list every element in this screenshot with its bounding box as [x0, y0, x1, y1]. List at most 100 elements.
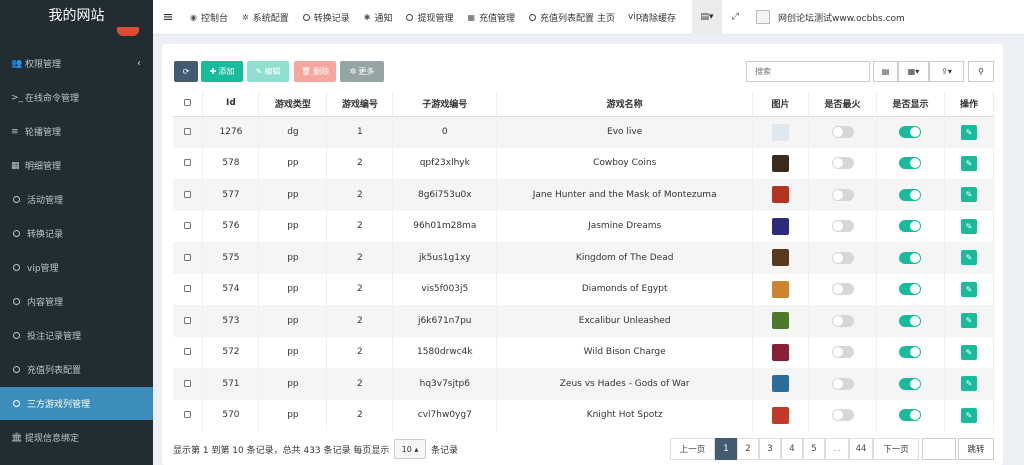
table-row[interactable]: 574 pp 2 vis5f003j5 Diamonds of Egypt ✎ [173, 273, 995, 305]
hot-toggle[interactable] [831, 377, 854, 390]
add-button[interactable]: ✚ 添加 [201, 61, 243, 82]
page-jump-button[interactable]: 跳转 [958, 438, 994, 460]
hot-toggle[interactable] [831, 314, 854, 327]
game-thumbnail[interactable] [772, 312, 790, 330]
tab-recharge[interactable]: ▦ 充值管理 [460, 0, 522, 35]
row-checkbox[interactable] [184, 159, 192, 167]
page-button[interactable]: 2 [737, 438, 759, 460]
hot-toggle[interactable] [831, 188, 854, 201]
column-header[interactable]: Id [202, 91, 260, 117]
table-row[interactable]: 577 pp 2 8g6i753u0x Jane Hunter and the Mask… [173, 179, 995, 211]
show-toggle[interactable] [899, 188, 922, 201]
columns-dropdown[interactable]: ▦▾ [898, 61, 929, 82]
sidebar-item[interactable]: ▦ 明细管理 [0, 149, 153, 182]
table-row[interactable]: 571 pp 2 hq3v7sjtp6 Zeus vs Hades - Gods of … [173, 368, 995, 400]
game-thumbnail[interactable] [772, 375, 790, 393]
hot-toggle[interactable] [831, 251, 854, 264]
show-toggle[interactable] [899, 409, 922, 422]
column-header[interactable]: 游戏名称 [496, 91, 754, 117]
sidebar-item[interactable]: 投注记录管理 [0, 319, 153, 352]
user-menu[interactable]: 网创论坛测试www.ocbbs.com [748, 0, 912, 35]
hot-toggle[interactable] [831, 220, 854, 233]
next-page-button[interactable]: 下一页 [873, 438, 919, 460]
sidebar-item[interactable]: ≡ 轮播管理 [0, 115, 153, 148]
game-thumbnail[interactable] [772, 343, 790, 361]
tab-dashboard[interactable]: ◉ 控制台 [183, 0, 235, 35]
sidebar-item[interactable]: >_ 在线命令管理 [0, 81, 153, 114]
sidebar-item[interactable]: 转换记录 [0, 217, 153, 250]
more-button[interactable]: ✲ 更多 [340, 61, 384, 82]
hot-toggle[interactable] [831, 157, 854, 170]
sidebar-item[interactable]: 👥 权限管理 ‹ [0, 47, 153, 80]
show-toggle[interactable] [899, 346, 922, 359]
delete-button[interactable]: 🗑 删除 [294, 61, 336, 82]
refresh-button[interactable]: ⟳ [174, 61, 198, 82]
show-toggle[interactable] [899, 314, 922, 327]
export-dropdown[interactable]: ⇪▾ [929, 61, 964, 82]
sidebar-item[interactable]: 活动管理 [0, 183, 153, 216]
edit-row-button[interactable]: ✎ [960, 187, 977, 203]
game-thumbnail[interactable] [772, 217, 790, 235]
sidebar-item[interactable]: 充值列表配置 [0, 353, 153, 386]
tab-convert-records[interactable]: 转换记录 [296, 0, 357, 35]
show-toggle[interactable] [899, 251, 922, 264]
tab-notify[interactable]: ✱ 通知 [357, 0, 400, 35]
sidebar-item[interactable]: 三方游戏列管理 [0, 387, 153, 420]
row-checkbox[interactable] [184, 411, 192, 419]
page-button[interactable]: 44 [849, 438, 873, 460]
row-checkbox[interactable] [184, 316, 192, 324]
sidebar-item[interactable]: 内容管理 [0, 285, 153, 318]
edit-row-button[interactable]: ✎ [960, 376, 977, 392]
hot-toggle[interactable] [831, 126, 854, 138]
game-thumbnail[interactable] [772, 249, 790, 267]
search-button[interactable]: ⚲ [968, 61, 994, 82]
storage-dropdown[interactable]: ▤▾ [692, 0, 723, 35]
column-header[interactable]: 是否显示 [876, 91, 945, 117]
row-checkbox[interactable] [184, 285, 192, 293]
select-all-checkbox[interactable] [184, 99, 192, 107]
column-header[interactable]: 游戏编号 [326, 91, 394, 117]
show-toggle[interactable] [899, 126, 922, 138]
tab-withdraw[interactable]: 提现管理 [399, 0, 460, 35]
row-checkbox[interactable] [184, 253, 192, 261]
fullscreen-button[interactable]: ⤢ [722, 0, 748, 35]
page-jump-input[interactable] [922, 438, 956, 460]
table-row[interactable]: 572 pp 2 1580drwc4k Wild Bison Charge ✎ [173, 336, 995, 368]
edit-row-button[interactable]: ✎ [960, 344, 977, 360]
show-toggle[interactable] [899, 157, 922, 170]
table-row[interactable]: 573 pp 2 j6k671n7pu Excalibur Unleashed ✎ [173, 305, 995, 337]
table-row[interactable]: 575 pp 2 jk5us1g1xy Kingdom of The Dead ✎ [173, 242, 995, 274]
edit-button[interactable]: ✎ 编辑 [247, 61, 289, 82]
row-checkbox[interactable] [184, 348, 192, 356]
tab-system-config[interactable]: ✲ 系统配置 [235, 0, 296, 35]
sidebar-item[interactable]: vip管理 [0, 251, 153, 284]
show-toggle[interactable] [899, 220, 922, 233]
game-thumbnail[interactable] [772, 280, 790, 298]
row-checkbox[interactable] [184, 190, 192, 198]
page-size-dropdown[interactable]: 10 ▴ [394, 439, 426, 459]
sidebar-item[interactable]: 🏛 提现信息绑定 [0, 421, 153, 454]
row-checkbox[interactable] [184, 222, 192, 230]
game-thumbnail[interactable] [772, 406, 790, 424]
row-checkbox[interactable] [184, 379, 192, 387]
edit-row-button[interactable]: ✎ [960, 250, 977, 266]
table-row[interactable]: 570 pp 2 cvl7hw0yg7 Knight Hot Spotz ✎ [173, 399, 995, 431]
site-logo[interactable]: 我的网站 [0, 0, 153, 36]
prev-page-button[interactable]: 上一页 [670, 438, 715, 460]
hot-toggle[interactable] [831, 283, 854, 296]
edit-row-button[interactable]: ✎ [960, 124, 977, 140]
search-input[interactable] [746, 61, 870, 82]
game-thumbnail[interactable] [772, 123, 790, 141]
show-toggle[interactable] [899, 377, 922, 390]
edit-row-button[interactable]: ✎ [960, 218, 977, 234]
edit-row-button[interactable]: ✎ [960, 407, 977, 423]
chevron-left-icon[interactable]: ‹ [137, 58, 141, 69]
edit-row-button[interactable]: ✎ [960, 155, 977, 171]
game-thumbnail[interactable] [772, 186, 790, 204]
page-button[interactable]: 3 [759, 438, 781, 460]
column-header[interactable]: 游戏类型 [258, 91, 328, 117]
hot-toggle[interactable] [831, 346, 854, 359]
hot-toggle[interactable] [831, 409, 854, 422]
column-header[interactable]: 是否最火 [808, 91, 877, 117]
show-toggle[interactable] [899, 283, 922, 296]
